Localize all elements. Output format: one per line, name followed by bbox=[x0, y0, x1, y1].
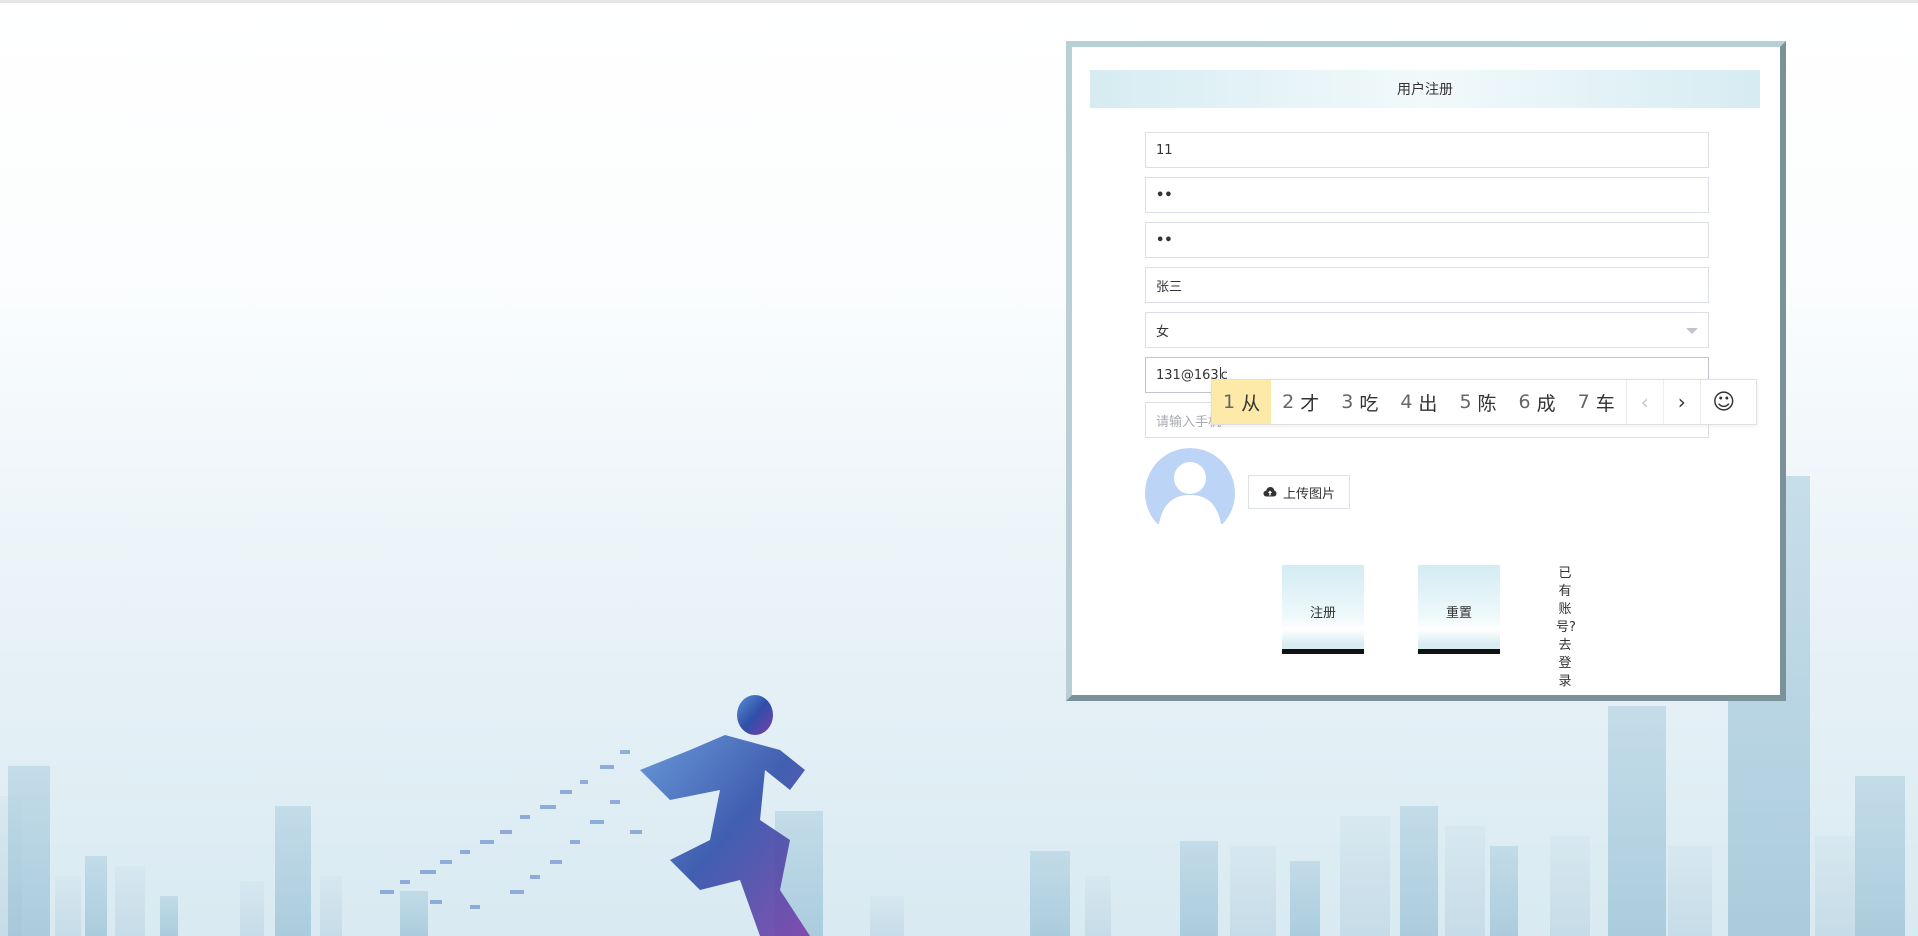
go-to-login-link[interactable]: 已有账号?去登录 bbox=[1556, 565, 1576, 691]
avatar-person-icon bbox=[1145, 448, 1235, 524]
runner-illustration bbox=[380, 695, 810, 936]
panel-title: 用户注册 bbox=[1090, 70, 1760, 108]
gender-value: 女 bbox=[1156, 324, 1170, 340]
ime-candidate-bar: 1从 2才 3吃 4出 5陈 6成 7车 ‹ › ☺ bbox=[1211, 379, 1757, 425]
ime-candidate[interactable]: 4出 bbox=[1389, 380, 1448, 424]
register-panel: 用户注册 11 •• •• 张三 女 131@163 c 请输入手机 上传图片 … bbox=[1066, 41, 1786, 701]
username-input[interactable]: 11 bbox=[1145, 132, 1709, 168]
ime-candidate[interactable]: 5陈 bbox=[1448, 380, 1507, 424]
smiley-icon[interactable]: ☺ bbox=[1699, 380, 1747, 424]
email-value: 131@163 bbox=[1156, 367, 1219, 383]
chevron-left-icon[interactable]: ‹ bbox=[1625, 380, 1663, 424]
register-button[interactable]: 注册 bbox=[1282, 565, 1364, 657]
confirm-password-input[interactable]: •• bbox=[1145, 222, 1709, 258]
chevron-down-icon bbox=[1686, 328, 1698, 334]
ime-candidate[interactable]: 1从 bbox=[1212, 380, 1272, 424]
reset-button[interactable]: 重置 bbox=[1418, 565, 1500, 657]
password-input[interactable]: •• bbox=[1145, 177, 1709, 213]
ime-candidate[interactable]: 6成 bbox=[1508, 380, 1567, 424]
upload-image-label: 上传图片 bbox=[1282, 486, 1335, 502]
top-divider bbox=[0, 0, 1918, 3]
ime-candidate[interactable]: 2才 bbox=[1271, 380, 1330, 424]
chevron-right-icon[interactable]: › bbox=[1662, 380, 1700, 424]
avatar bbox=[1145, 448, 1235, 524]
ime-candidate[interactable]: 7车 bbox=[1567, 380, 1626, 424]
ime-candidate[interactable]: 3吃 bbox=[1330, 380, 1389, 424]
name-input[interactable]: 张三 bbox=[1145, 267, 1709, 303]
upload-image-button[interactable]: 上传图片 bbox=[1248, 475, 1350, 509]
gender-select[interactable]: 女 bbox=[1145, 312, 1709, 348]
cloud-upload-icon bbox=[1263, 487, 1277, 497]
